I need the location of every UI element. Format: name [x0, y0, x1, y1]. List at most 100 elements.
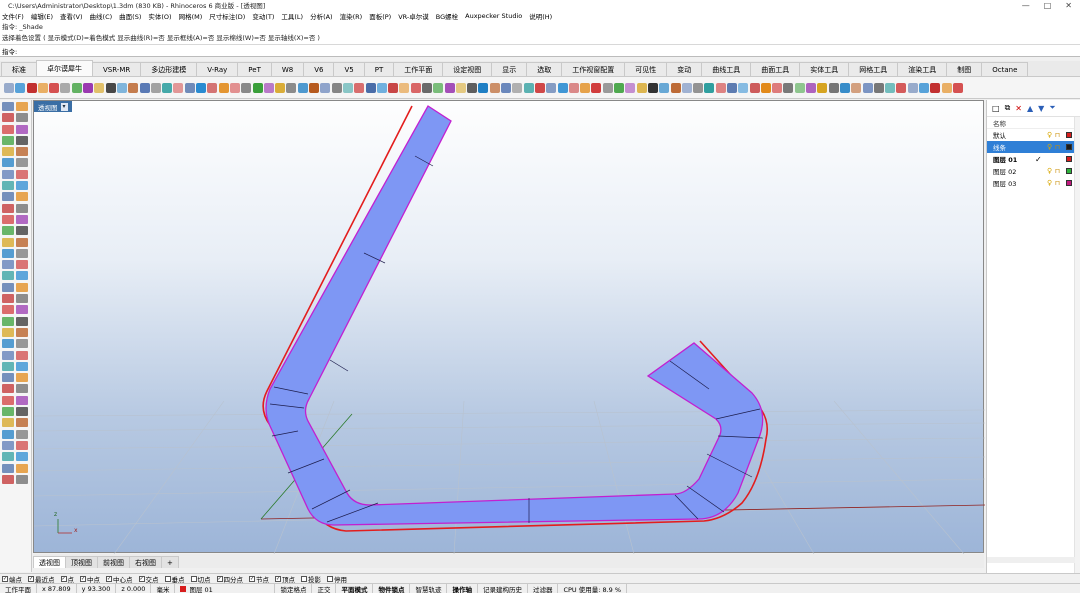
toolbar-tab[interactable]: 曲线工具: [701, 62, 752, 76]
left-tool-icon[interactable]: [16, 237, 28, 247]
toolbar-icon[interactable]: [320, 82, 331, 93]
layer-color-swatch[interactable]: [1066, 168, 1072, 174]
left-tool-icon[interactable]: [16, 226, 28, 236]
left-tool-icon[interactable]: [16, 361, 28, 371]
toolbar-icon[interactable]: [896, 82, 907, 93]
left-tool-icon[interactable]: [2, 395, 14, 405]
toolbar-icon[interactable]: [376, 82, 387, 93]
left-tool-icon[interactable]: [16, 248, 28, 258]
toolbar-icon[interactable]: [241, 82, 252, 93]
toolbar-icon[interactable]: [467, 82, 478, 93]
menu-item[interactable]: 实体(O): [148, 11, 171, 21]
toolbar-icon[interactable]: [489, 82, 500, 93]
add-viewport-tab-icon[interactable]: +: [161, 556, 179, 568]
viewport-tab[interactable]: 前视图: [97, 556, 130, 568]
left-tool-icon[interactable]: [2, 226, 14, 236]
osnap-2[interactable]: ✓ 点: [60, 574, 74, 584]
move-down-icon[interactable]: ▼: [1038, 104, 1044, 113]
toolbar-icon[interactable]: [952, 82, 963, 93]
toolbar-tab[interactable]: 曲面工具: [750, 62, 801, 76]
toolbar-tab[interactable]: 变动: [666, 62, 703, 76]
toolbar-icon[interactable]: [365, 82, 376, 93]
toolbar-icon[interactable]: [591, 82, 602, 93]
lock-icon[interactable]: ⊓: [1055, 179, 1060, 187]
layer-row[interactable]: 图层 02 ♀ ⊓: [987, 165, 1080, 177]
left-tool-icon[interactable]: [2, 350, 14, 360]
toolbar-icon[interactable]: [128, 82, 139, 93]
left-tool-icon[interactable]: [2, 248, 14, 258]
toolbar-icon[interactable]: [659, 82, 670, 93]
toolbar-icon[interactable]: [738, 82, 749, 93]
left-tool-icon[interactable]: [16, 429, 28, 439]
toolbar-icon[interactable]: [105, 82, 116, 93]
toolbar-icon[interactable]: [421, 82, 432, 93]
osnap-6[interactable]: 垂点: [164, 574, 185, 584]
left-tool-icon[interactable]: [2, 135, 14, 145]
filter-icon[interactable]: ⏷: [1049, 103, 1055, 113]
left-tool-icon[interactable]: [16, 440, 28, 450]
status-toggle[interactable]: 记录建构历史: [478, 584, 528, 593]
toolbar-icon[interactable]: [862, 82, 873, 93]
toolbar-tab[interactable]: W8: [270, 62, 305, 76]
toolbar-icon[interactable]: [252, 82, 263, 93]
toolbar-icon[interactable]: [693, 82, 704, 93]
left-tool-icon[interactable]: [2, 440, 14, 450]
left-tool-icon[interactable]: [2, 327, 14, 337]
left-tool-icon[interactable]: [16, 260, 28, 270]
toolbar-icon[interactable]: [297, 82, 308, 93]
layer-color-swatch[interactable]: [1066, 132, 1072, 138]
visibility-bulb-icon[interactable]: ♀: [1047, 179, 1052, 187]
osnap-checkbox[interactable]: ✓: [249, 575, 255, 582]
toolbar-icon[interactable]: [794, 82, 805, 93]
left-tool-icon[interactable]: [2, 429, 14, 439]
visibility-bulb-icon[interactable]: ♀: [1047, 167, 1052, 175]
toolbar-tab[interactable]: 渲染工具: [897, 62, 948, 76]
toolbar-icon[interactable]: [727, 82, 737, 93]
osnap-checkbox[interactable]: ✓: [80, 575, 86, 582]
toolbar-tab[interactable]: PeT: [237, 62, 272, 76]
toolbar-icon[interactable]: [37, 82, 48, 93]
osnap-checkbox[interactable]: ✓: [60, 575, 67, 582]
status-toggle[interactable]: 智慧轨迹: [410, 584, 448, 593]
osnap-9[interactable]: ✓ 节点: [249, 574, 269, 584]
left-tool-icon[interactable]: [2, 452, 14, 462]
status-toggle[interactable]: 物件锁点: [373, 584, 411, 593]
osnap-12[interactable]: 停用: [327, 574, 347, 584]
toolbar-icon[interactable]: [760, 82, 771, 93]
toolbar-icon[interactable]: [557, 82, 568, 93]
toolbar-icon[interactable]: [806, 82, 817, 93]
toolbar-tab[interactable]: 设定视图: [442, 62, 493, 76]
left-tool-icon[interactable]: [16, 294, 28, 304]
toolbar-tab[interactable]: 网格工具: [848, 62, 899, 76]
toolbar-icon[interactable]: [941, 82, 952, 93]
left-tool-icon[interactable]: [2, 305, 14, 315]
toolbar-icon[interactable]: [455, 82, 466, 93]
left-tool-icon[interactable]: [16, 203, 28, 213]
toolbar-icon[interactable]: [207, 82, 218, 93]
left-tool-icon[interactable]: [16, 350, 28, 360]
left-tool-icon[interactable]: [16, 384, 28, 394]
toolbar-icon[interactable]: [184, 82, 195, 93]
perspective-viewport[interactable]: 透视图 ▾ x z: [33, 100, 985, 554]
toolbar-tab[interactable]: 可见性: [624, 62, 668, 76]
viewport-tab[interactable]: 顶视图: [65, 556, 98, 568]
toolbar-icon[interactable]: [410, 82, 421, 93]
left-tool-icon[interactable]: [2, 282, 14, 292]
menu-item[interactable]: 编辑(E): [31, 11, 53, 21]
toolbar-icon[interactable]: [681, 82, 692, 93]
toolbar-icon[interactable]: [26, 82, 37, 93]
osnap-3[interactable]: ✓ 中点: [80, 574, 100, 584]
toolbar-tab[interactable]: 实体工具: [799, 62, 850, 76]
toolbar-icon[interactable]: [218, 82, 229, 93]
toolbar-icon[interactable]: [116, 82, 127, 93]
menu-item[interactable]: Auxpecker Studio: [465, 12, 522, 20]
toolbar-icon[interactable]: [885, 82, 896, 93]
layer-color-swatch[interactable]: [1066, 144, 1072, 150]
lock-icon[interactable]: ⊓: [1055, 143, 1060, 151]
left-tool-icon[interactable]: [2, 418, 14, 428]
left-tool-icon[interactable]: [16, 305, 28, 315]
toolbar-icon[interactable]: [60, 82, 71, 93]
left-tool-icon[interactable]: [16, 316, 28, 326]
osnap-1[interactable]: ✓ 最近点: [28, 574, 55, 584]
osnap-checkbox[interactable]: ✓: [106, 575, 112, 582]
